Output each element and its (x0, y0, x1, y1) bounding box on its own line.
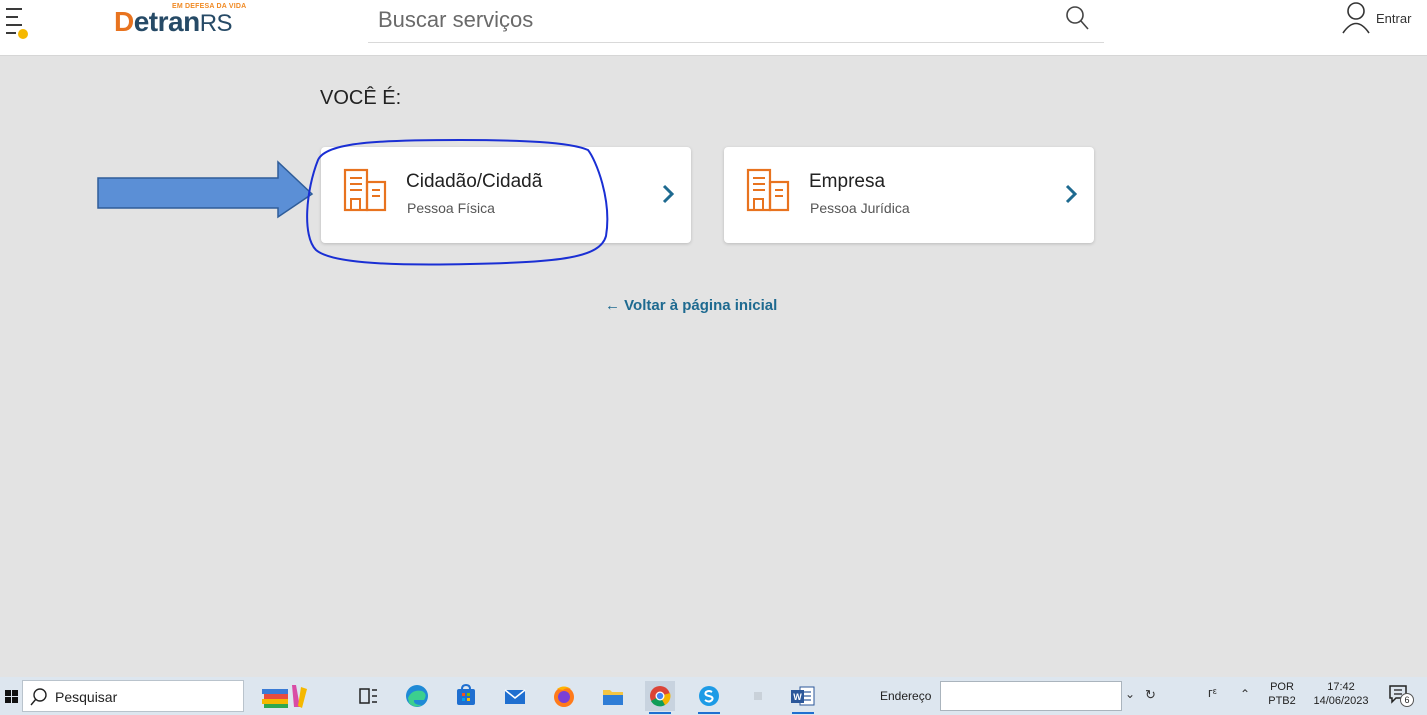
annotation-arrow (97, 160, 314, 219)
card-title: Empresa (809, 171, 886, 192)
task-view-icon[interactable] (353, 681, 383, 711)
windows-start-icon[interactable] (2, 686, 20, 706)
page-title: VOCÊ É: (320, 87, 402, 109)
menu-bar (6, 8, 22, 10)
address-input-box (940, 681, 1122, 711)
store-icon[interactable] (451, 681, 481, 711)
login-button[interactable]: Entrar (1340, 0, 1424, 40)
logo-letters-etran: etran (133, 6, 200, 37)
logo-letters-rs: RS (199, 10, 233, 37)
login-label: Entrar (1376, 11, 1412, 26)
card-subtitle: Pessoa Física (407, 200, 495, 216)
word-icon[interactable]: W (788, 681, 818, 714)
input-language[interactable]: POR PTB2 (1265, 680, 1299, 708)
firefox-icon[interactable] (549, 681, 579, 711)
card-cidadao[interactable]: Cidadão/Cidadã Pessoa Física (321, 147, 691, 243)
taskbar-search[interactable]: Pesquisar (22, 680, 244, 712)
mail-icon[interactable] (500, 681, 530, 711)
menu-icon[interactable] (6, 6, 36, 40)
taskbar-search-label: Pesquisar (55, 689, 118, 705)
language-code: POR (1270, 681, 1294, 693)
skype-icon[interactable] (694, 681, 724, 714)
chevron-down-icon[interactable]: ⌄ (1125, 687, 1135, 701)
chevron-up-icon[interactable]: ⌃ (1240, 687, 1250, 701)
keyboard-layout: PTB2 (1268, 695, 1296, 707)
books-icon[interactable] (260, 681, 312, 711)
address-input[interactable] (941, 682, 1121, 710)
people-icon[interactable]: гᵋ (1208, 685, 1217, 700)
back-to-home-link[interactable]: ← Voltar à página inicial (605, 297, 777, 314)
user-icon (1342, 2, 1370, 34)
chevron-right-icon (1065, 184, 1078, 204)
edge-icon[interactable] (402, 681, 432, 711)
building-icon (746, 168, 790, 212)
search-bar (368, 0, 1104, 43)
menu-bar (6, 16, 18, 18)
file-explorer-icon[interactable] (598, 681, 628, 711)
search-input[interactable] (378, 5, 1038, 35)
address-label: Endereço (880, 689, 932, 703)
annotation-overlay (97, 138, 609, 266)
top-header: EM DEFESA DA VIDA DetranRS Entrar (0, 0, 1427, 56)
chrome-icon[interactable] (645, 681, 675, 714)
notification-center[interactable]: 6 (1388, 683, 1416, 709)
card-empresa[interactable]: Empresa Pessoa Jurídica (724, 147, 1094, 243)
menu-notification-dot (18, 29, 28, 39)
logo-letter-d: D (114, 6, 134, 37)
logo-wordmark: DetranRS (114, 6, 233, 38)
search-icon (30, 688, 47, 706)
detran-logo[interactable]: EM DEFESA DA VIDA DetranRS (114, 2, 264, 42)
chevron-right-icon (662, 184, 675, 204)
svg-text:W: W (793, 692, 802, 702)
app-placeholder-icon[interactable] (743, 681, 773, 711)
clock-date: 14/06/2023 (1313, 695, 1369, 707)
notification-count-badge: 6 (1400, 693, 1414, 707)
card-subtitle: Pessoa Jurídica (810, 200, 910, 216)
refresh-icon[interactable]: ↻ (1145, 687, 1156, 703)
building-icon (343, 168, 387, 212)
windows-taskbar: Pesquisar W Endereço ⌄ ↻ гᵋ ⌃ POR PTB2 1… (0, 677, 1427, 715)
menu-bar (6, 32, 16, 34)
clock-time: 17:42 (1327, 681, 1355, 693)
card-title: Cidadão/Cidadã (406, 171, 543, 192)
search-icon[interactable] (1064, 4, 1090, 32)
menu-bar (6, 24, 22, 26)
system-clock[interactable]: 17:42 14/06/2023 (1303, 680, 1379, 708)
